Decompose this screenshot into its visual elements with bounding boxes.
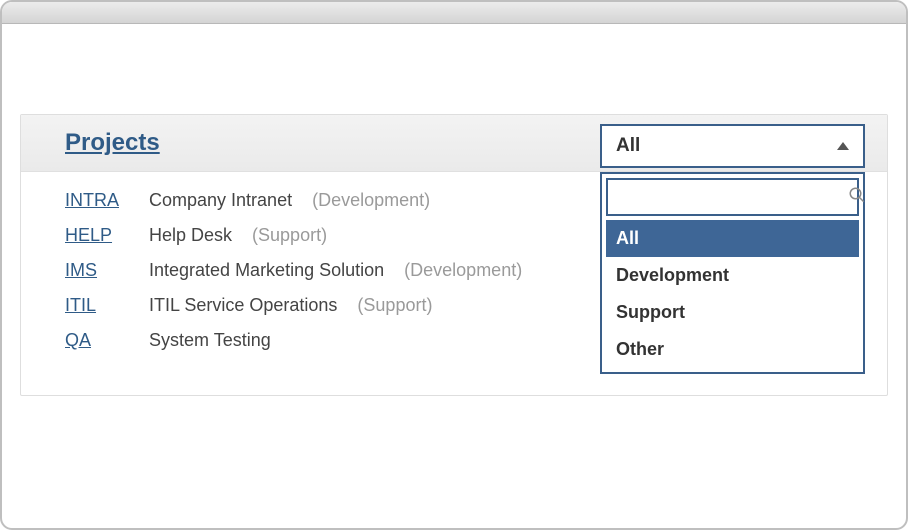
filter-search-input[interactable]	[616, 180, 848, 214]
project-code-link[interactable]: QA	[65, 330, 129, 351]
project-code-link[interactable]: INTRA	[65, 190, 129, 211]
project-name: ITIL Service Operations	[149, 295, 337, 316]
project-category: (Development)	[404, 260, 522, 281]
project-category: (Support)	[357, 295, 432, 316]
filter-dropdown: All Development Support Other	[600, 172, 865, 374]
project-name: Integrated Marketing Solution	[149, 260, 384, 281]
filter-option-support[interactable]: Support	[606, 294, 859, 331]
content-area: Projects All All Deve	[2, 114, 906, 396]
chevron-up-icon	[837, 142, 849, 150]
projects-panel: Projects All All Deve	[20, 114, 888, 396]
project-name: Help Desk	[149, 225, 232, 246]
category-filter: All All Development Support Other	[600, 124, 865, 374]
filter-select-toggle[interactable]: All	[600, 124, 865, 168]
projects-title-link[interactable]: Projects	[65, 129, 160, 157]
app-window: Projects All All Deve	[0, 0, 908, 530]
filter-option-development[interactable]: Development	[606, 257, 859, 294]
project-category: (Support)	[252, 225, 327, 246]
filter-option-all[interactable]: All	[606, 220, 859, 257]
project-name: System Testing	[149, 330, 271, 351]
search-icon	[848, 186, 866, 209]
window-titlebar	[2, 2, 906, 24]
project-name: Company Intranet	[149, 190, 292, 211]
project-code-link[interactable]: HELP	[65, 225, 129, 246]
filter-option-other[interactable]: Other	[606, 331, 859, 368]
filter-search-row	[606, 178, 859, 216]
project-code-link[interactable]: ITIL	[65, 295, 129, 316]
project-category: (Development)	[312, 190, 430, 211]
filter-selected-label: All	[616, 135, 640, 157]
project-code-link[interactable]: IMS	[65, 260, 129, 281]
